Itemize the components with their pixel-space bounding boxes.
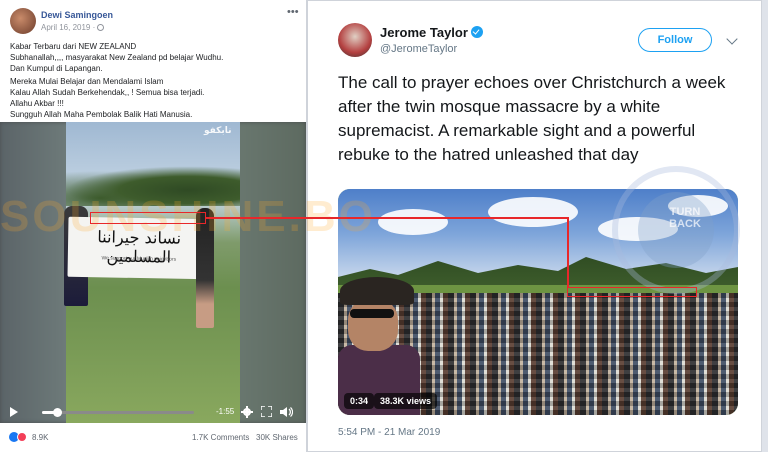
post-date[interactable]: April 16, 2019 · bbox=[41, 23, 105, 32]
video-controls: -1:55 bbox=[0, 400, 306, 423]
post-line: Subhanallah,,,, masyarakat New Zealand p… bbox=[10, 53, 224, 62]
post-line: Dan Kumpul di Lapangan. bbox=[10, 64, 103, 73]
post-menu-button[interactable]: ••• bbox=[287, 6, 299, 18]
comments-count[interactable]: 1.7K Comments bbox=[192, 433, 249, 442]
post-line: Mereka Mulai Belajar dan Mendalami Islam bbox=[10, 77, 164, 86]
video-views: 38.3K views bbox=[374, 393, 438, 409]
follow-button[interactable]: Follow bbox=[638, 28, 712, 52]
seek-handle[interactable] bbox=[53, 408, 63, 417]
author-name[interactable]: Dewi Samingoen bbox=[41, 10, 113, 20]
volume-icon[interactable] bbox=[280, 406, 293, 418]
tweet-author-name[interactable]: Jerome Taylor bbox=[380, 25, 483, 40]
post-line: Kalau Allah Sudah Berkehendak,, ! Semua … bbox=[10, 88, 205, 97]
author-avatar[interactable] bbox=[10, 8, 36, 34]
post-line: Kabar Terbaru dari NEW ZEALAND bbox=[10, 42, 137, 51]
post-video[interactable]: نساند جيراننا المسلمين We support our Mu… bbox=[0, 122, 306, 423]
tweet-author-name-text[interactable]: Jerome Taylor bbox=[380, 25, 468, 40]
gear-icon[interactable] bbox=[241, 406, 253, 418]
annotation-connector bbox=[206, 217, 568, 219]
time-remaining: -1:55 bbox=[216, 407, 235, 416]
tweet-text: The call to prayer echoes over Christchu… bbox=[338, 73, 726, 164]
globe-icon bbox=[97, 24, 105, 31]
seek-bar[interactable] bbox=[42, 408, 194, 417]
annotation-box-right bbox=[567, 287, 697, 297]
tweet-author-handle[interactable]: @JeromeTaylor bbox=[380, 43, 457, 55]
verified-icon bbox=[470, 26, 483, 38]
tweet-timestamp[interactable]: 5:54 PM - 21 Mar 2019 bbox=[338, 427, 440, 438]
chevron-down-icon[interactable] bbox=[726, 33, 738, 45]
man-glasses bbox=[350, 309, 394, 318]
post-text: Kabar Terbaru dari NEW ZEALAND Subhanall… bbox=[10, 41, 300, 120]
video-watermark: نابكفو bbox=[204, 126, 232, 136]
video-duration: 0:34 bbox=[344, 393, 375, 409]
seal-inner bbox=[638, 192, 714, 268]
post-line: Allahu Akbar !!! bbox=[10, 99, 64, 108]
annotation-box-left bbox=[90, 212, 206, 224]
fullscreen-icon[interactable] bbox=[261, 406, 272, 417]
seal-text: TURN BACK bbox=[669, 206, 701, 230]
post-footer: 8.9K 1.7K Comments 30K Shares bbox=[0, 427, 306, 447]
man-face bbox=[348, 299, 398, 351]
shares-count[interactable]: 30K Shares bbox=[256, 433, 298, 442]
play-icon[interactable] bbox=[10, 407, 18, 417]
love-icon bbox=[17, 432, 27, 442]
man-hat bbox=[340, 277, 414, 305]
reaction-count[interactable]: 8.9K bbox=[32, 433, 48, 442]
post-line: Sungguh Allah Maha Pembolak Balik Hati M… bbox=[10, 110, 193, 119]
post-date-text[interactable]: April 16, 2019 · bbox=[41, 23, 95, 32]
annotation-connector-vertical bbox=[567, 217, 569, 288]
stamp-seal bbox=[612, 166, 740, 294]
tweet-author-avatar[interactable] bbox=[338, 23, 372, 57]
